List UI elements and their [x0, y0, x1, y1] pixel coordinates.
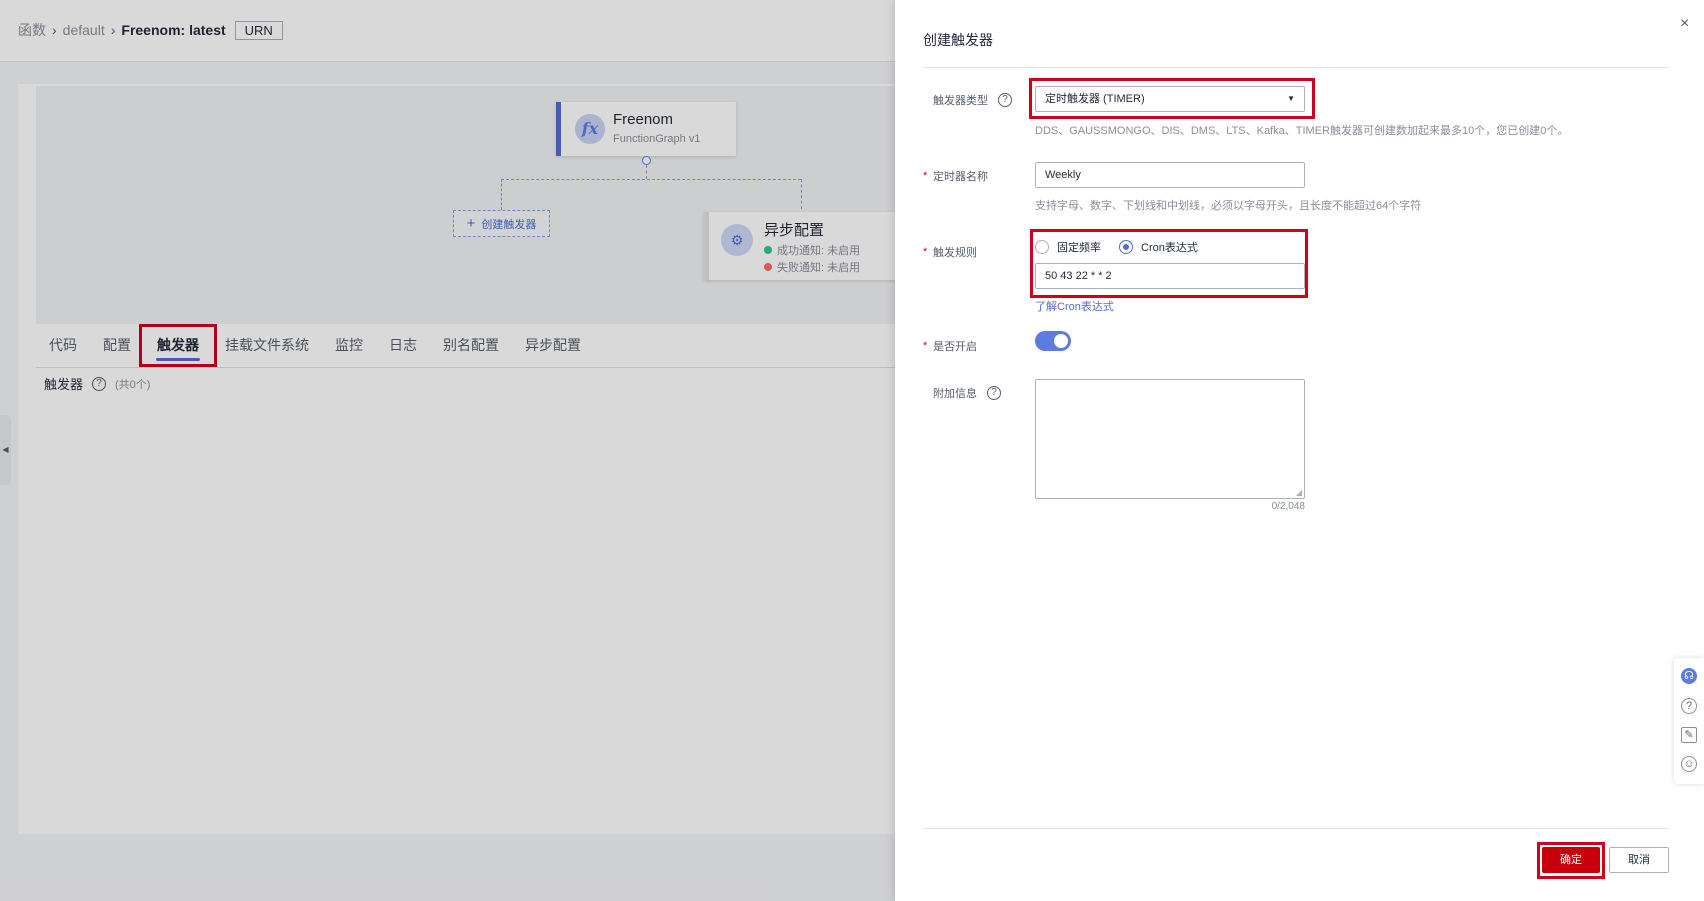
- required-mark: *: [923, 246, 928, 258]
- drawer-title: 创建触发器: [923, 32, 993, 48]
- divider: [923, 828, 1669, 829]
- feedback-icon[interactable]: ✎: [1681, 727, 1697, 743]
- timer-name-label: 定时器名称: [933, 171, 988, 183]
- resize-grip-icon[interactable]: ◢: [1296, 488, 1302, 497]
- enabled-label-row: * 是否开启: [923, 338, 977, 354]
- additional-info-textarea[interactable]: ◢: [1035, 379, 1305, 499]
- additional-info-label: 附加信息: [933, 388, 977, 400]
- timer-name-hint: 支持字母、数字、下划线和中划线，必须以字母开头，且长度不能超过64个字符: [1035, 200, 1422, 212]
- cron-help-link[interactable]: 了解Cron表达式: [1035, 298, 1114, 314]
- trigger-type-highlight-box: [1029, 78, 1315, 119]
- divider: [923, 67, 1669, 68]
- close-icon[interactable]: ×: [1680, 15, 1689, 33]
- enabled-label: 是否开启: [933, 341, 977, 353]
- create-trigger-drawer: 创建触发器 × 触发器类型 ? 定时触发器 (TIMER) ▼ DDS、GAUS…: [895, 0, 1704, 901]
- confirm-highlight-box: [1537, 842, 1605, 879]
- char-counter: 0/2,048: [1271, 501, 1305, 512]
- required-mark: *: [923, 170, 928, 182]
- trigger-rule-highlight-box: [1030, 229, 1308, 298]
- additional-info-label-row: 附加信息 ?: [923, 385, 1001, 401]
- help-icon[interactable]: ?: [998, 93, 1012, 107]
- floating-help-bar: ☊ ? ✎ ☺: [1674, 658, 1704, 784]
- trigger-type-hint: DDS、GAUSSMONGO、DIS、DMS、LTS、Kafka、TIMER触发…: [1035, 125, 1569, 137]
- cancel-button[interactable]: 取消: [1609, 847, 1669, 873]
- trigger-rule-label-row: * 触发规则: [923, 244, 977, 260]
- timer-name-label-row: * 定时器名称: [923, 168, 988, 184]
- enabled-toggle[interactable]: [1035, 331, 1071, 351]
- trigger-type-label: 触发器类型: [933, 95, 988, 107]
- required-mark: *: [923, 340, 928, 352]
- trigger-type-label-row: 触发器类型 ?: [923, 92, 1012, 108]
- headset-icon[interactable]: ☊: [1681, 668, 1697, 684]
- smile-icon[interactable]: ☺: [1681, 756, 1697, 772]
- help-icon[interactable]: ?: [1681, 698, 1697, 714]
- help-icon[interactable]: ?: [987, 386, 1001, 400]
- trigger-rule-label: 触发规则: [933, 247, 977, 259]
- timer-name-input[interactable]: Weekly: [1035, 162, 1305, 188]
